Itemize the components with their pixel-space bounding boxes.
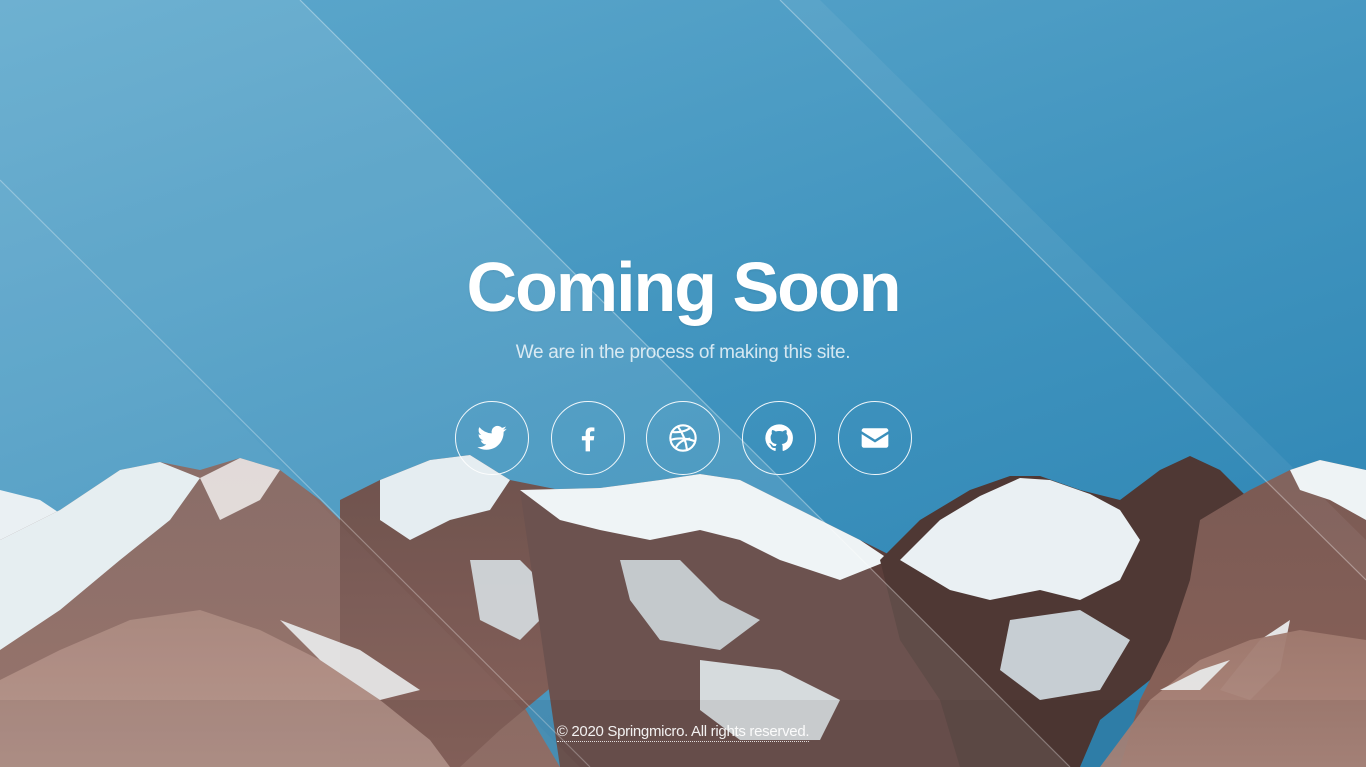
page-subtitle: We are in the process of making this sit… xyxy=(515,342,851,363)
dribbble-button[interactable] xyxy=(646,401,720,475)
social-links xyxy=(455,401,915,477)
github-button[interactable] xyxy=(742,401,816,475)
facebook-icon xyxy=(581,427,595,452)
email-button[interactable] xyxy=(838,401,912,475)
facebook-button[interactable] xyxy=(551,401,625,475)
dribbble-icon xyxy=(669,424,697,452)
envelope-icon xyxy=(861,428,889,448)
twitter-button[interactable] xyxy=(455,401,529,475)
page-title: Coming Soon xyxy=(466,248,902,326)
footer: © 2020 Springmicro. All rights reserved. xyxy=(0,722,1366,742)
copyright-link[interactable]: © 2020 Springmicro. All rights reserved. xyxy=(556,723,810,742)
github-icon xyxy=(765,424,793,451)
twitter-icon xyxy=(477,425,507,450)
page-content: Coming Soon We are in the process of mak… xyxy=(0,0,1366,767)
